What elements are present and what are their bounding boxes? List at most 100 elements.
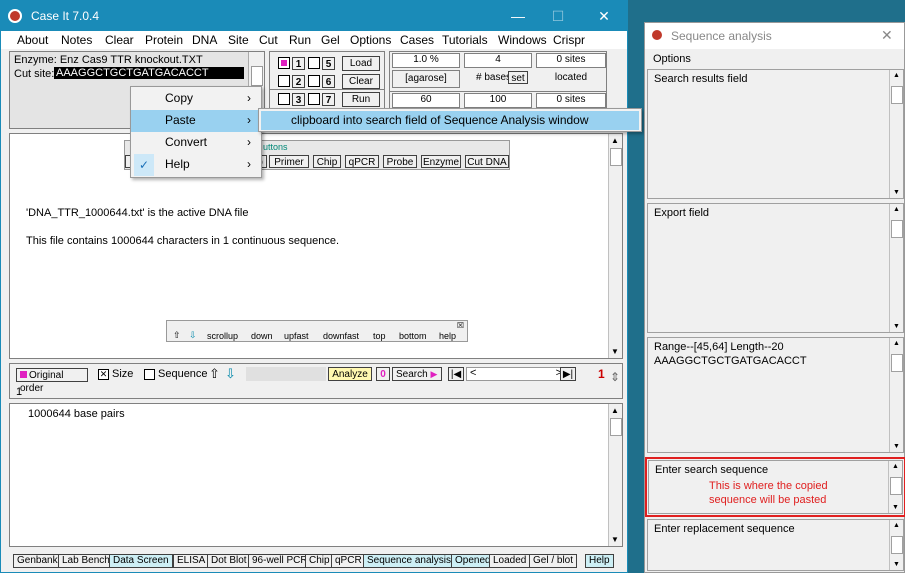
enter-search-sequence-field[interactable]: Enter search sequence This is where the …: [648, 460, 903, 514]
menu-cases[interactable]: Cases: [400, 33, 434, 47]
bottom-button[interactable]: bottom: [399, 331, 427, 341]
export-field[interactable]: Export field ▲ ▼: [647, 203, 904, 333]
load-button[interactable]: Load: [342, 56, 380, 71]
scroll-up-icon[interactable]: ▲: [893, 340, 900, 347]
original-order-button[interactable]: Original order: [16, 368, 88, 394]
down-arrow-icon[interactable]: ⇩: [189, 330, 197, 341]
lane-2-checkbox[interactable]: [278, 75, 290, 87]
down-button[interactable]: down: [251, 331, 273, 341]
qpcr-button[interactable]: qPCR: [345, 155, 379, 168]
run-button[interactable]: Run: [342, 92, 380, 107]
menu-item-copy[interactable]: Copy ›: [131, 88, 261, 110]
top-button[interactable]: top: [373, 331, 386, 341]
scroll-thumb[interactable]: [890, 477, 902, 495]
up-arrow-icon[interactable]: ⇧: [173, 330, 181, 341]
enter-replacement-field[interactable]: Enter replacement sequence ▲ ▼: [647, 519, 904, 571]
menu-gel[interactable]: Gel: [321, 33, 340, 47]
scroll-up-icon[interactable]: ▲: [893, 206, 900, 213]
tab-gel-blot[interactable]: Gel / blot: [529, 554, 578, 568]
scroll-thumb[interactable]: [891, 536, 903, 554]
scroll-thumb[interactable]: [610, 418, 622, 436]
scroll-down-icon[interactable]: ▼: [893, 189, 900, 196]
submenu-paste-clipboard[interactable]: clipboard into search field of Sequence …: [261, 111, 639, 130]
search-button[interactable]: Search ▶: [392, 367, 442, 381]
scroll-thumb[interactable]: [891, 220, 903, 238]
options-menu[interactable]: Options: [653, 53, 691, 65]
menu-dna[interactable]: DNA: [192, 33, 217, 47]
scroll-down-icon[interactable]: ▼: [611, 535, 619, 544]
primer-button[interactable]: Primer: [269, 155, 309, 168]
set-button[interactable]: set: [508, 71, 528, 84]
menu-windows[interactable]: Windows: [498, 33, 547, 47]
page-left-icon[interactable]: <: [470, 367, 476, 379]
downfast-button[interactable]: downfast: [323, 331, 359, 341]
tab-help[interactable]: Help: [585, 554, 614, 568]
scroll-down-icon[interactable]: ▼: [893, 561, 900, 568]
search-results-field[interactable]: Search results field ▲ ▼: [647, 69, 904, 199]
bases-value[interactable]: 4: [464, 53, 532, 68]
lane-7-checkbox[interactable]: [308, 93, 320, 105]
scroll-up-icon[interactable]: ▲: [893, 522, 900, 529]
sequence-down-icon[interactable]: ⇩: [225, 366, 236, 382]
tab-data-screen[interactable]: Data Screen: [109, 554, 173, 568]
page-slider[interactable]: < >: [466, 367, 566, 381]
sequence-checkbox[interactable]: [144, 369, 155, 380]
tab-qpcr[interactable]: qPCR: [331, 554, 366, 568]
scrollup-button[interactable]: scrollup: [207, 331, 238, 341]
tab-genbank[interactable]: Genbank: [13, 554, 62, 568]
replacement-scrollbar[interactable]: ▲ ▼: [889, 520, 903, 570]
export-scrollbar[interactable]: ▲ ▼: [889, 204, 903, 332]
menu-notes[interactable]: Notes: [61, 33, 92, 47]
scroll-up-icon[interactable]: ▲: [611, 136, 619, 145]
last-page-icon[interactable]: ▶|: [560, 367, 576, 381]
scroll-up-icon[interactable]: ▲: [893, 72, 900, 79]
analyze-button[interactable]: Analyze: [328, 367, 372, 381]
cutsite-value[interactable]: AAAGGCTGCTGATGACACCT: [54, 67, 244, 79]
menu-item-paste[interactable]: Paste ›: [131, 110, 261, 132]
menu-item-convert[interactable]: Convert ›: [131, 132, 261, 154]
maximize-icon[interactable]: ☐: [547, 5, 569, 27]
lower-text-area[interactable]: 1000644 base pairs ▲ ▼: [9, 403, 623, 547]
main-scrollbar[interactable]: ▲ ▼: [608, 134, 622, 358]
tab-dot-blot[interactable]: Dot Blot: [207, 554, 251, 568]
range-scrollbar[interactable]: ▲ ▼: [889, 338, 903, 452]
menu-options[interactable]: Options: [350, 33, 391, 47]
lane-1-checkbox[interactable]: [278, 57, 290, 69]
menu-about[interactable]: About: [17, 33, 48, 47]
lane-6-checkbox[interactable]: [308, 75, 320, 87]
scroll-down-icon[interactable]: ▼: [893, 323, 900, 330]
main-text-area[interactable]: uttons p Primer Chip qPCR Probe Enzyme C…: [9, 133, 623, 359]
bases2-value[interactable]: 100: [464, 93, 532, 108]
tab-lab-bench[interactable]: Lab Bench: [58, 554, 114, 568]
enzyme-button[interactable]: Enzyme: [421, 155, 461, 168]
minimize-icon[interactable]: —: [507, 5, 529, 27]
size-checkbox[interactable]: ✕: [98, 369, 109, 380]
first-page-icon[interactable]: |◀: [448, 367, 464, 381]
menu-tutorials[interactable]: Tutorials: [442, 33, 488, 47]
menu-site[interactable]: Site: [228, 33, 249, 47]
help-button[interactable]: help: [439, 331, 456, 341]
lane-3-checkbox[interactable]: [278, 93, 290, 105]
scroll-down-icon[interactable]: ▼: [893, 443, 900, 450]
menu-clear[interactable]: Clear: [105, 33, 134, 47]
clear-button[interactable]: Clear: [342, 74, 380, 89]
sequence-up-icon[interactable]: ⇧: [209, 366, 220, 382]
scroll-thumb[interactable]: [251, 66, 263, 86]
chip-button[interactable]: Chip: [313, 155, 341, 168]
close-icon[interactable]: ✕: [593, 5, 615, 27]
scroll-thumb[interactable]: [891, 86, 903, 104]
lower-scrollbar[interactable]: ▲ ▼: [608, 404, 622, 546]
cut-dna-button[interactable]: Cut DNA: [465, 155, 509, 168]
probe-button[interactable]: Probe: [383, 155, 417, 168]
tab-elisa[interactable]: ELISA: [173, 554, 210, 568]
scroll-down-icon[interactable]: ▼: [611, 347, 619, 356]
agarose-percent[interactable]: 1.0 %: [392, 53, 460, 68]
close-icon[interactable]: ✕: [881, 27, 893, 44]
menu-run[interactable]: Run: [289, 33, 311, 47]
page-stepper-icon[interactable]: ⇕: [610, 370, 622, 396]
title-bar[interactable]: Case It 7.0.4 — ☐ ✕: [1, 1, 627, 31]
scroll-thumb[interactable]: [891, 354, 903, 372]
tab-chip[interactable]: Chip: [305, 554, 334, 568]
tab-sequence-analysis[interactable]: Sequence analysis: [363, 554, 455, 568]
search-results-scrollbar[interactable]: ▲ ▼: [889, 70, 903, 198]
